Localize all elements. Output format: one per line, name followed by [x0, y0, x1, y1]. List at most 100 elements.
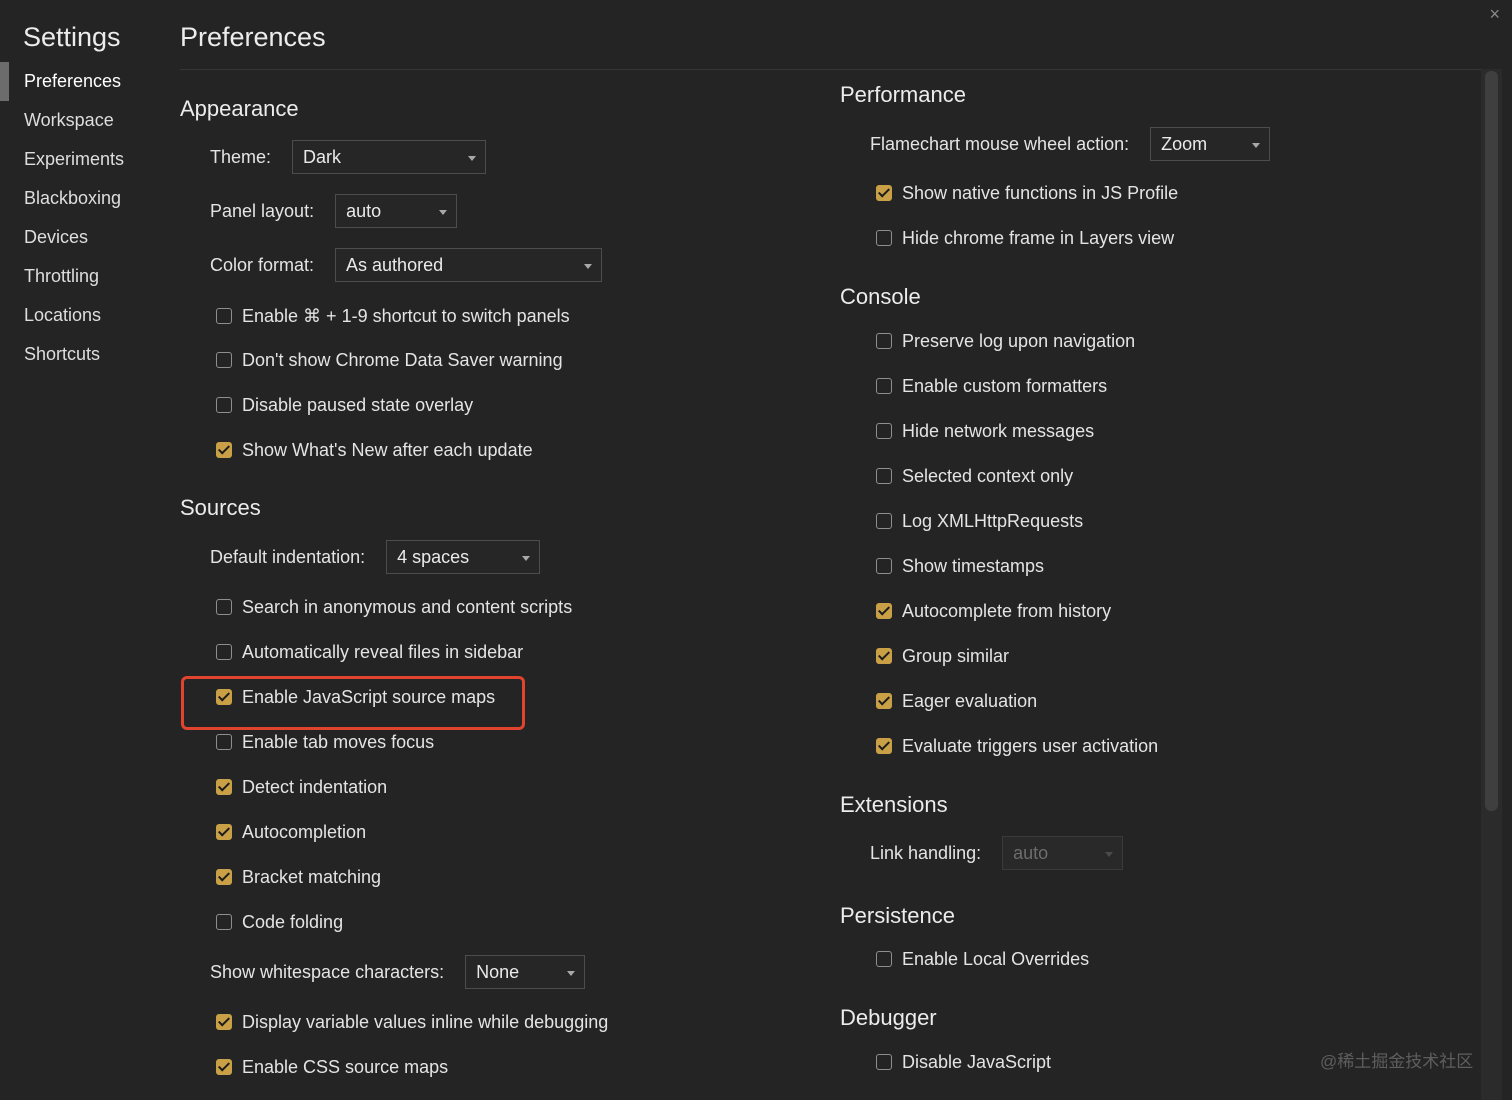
chrome-frame-checkbox[interactable]	[876, 230, 892, 246]
native-functions-checkbox[interactable]	[876, 185, 892, 201]
panel-shortcut-label: Enable ⌘ + 1-9 shortcut to switch panels	[242, 305, 570, 326]
inline-values-label: Display variable values inline while deb…	[242, 1011, 609, 1032]
flamechart-setting: Flamechart mouse wheel action: Zoom	[870, 126, 1271, 162]
color-format-select-value: As authored	[346, 254, 444, 275]
sidebar-item-shortcuts[interactable]: Shortcuts	[0, 335, 170, 374]
sidebar-item-preferences[interactable]: Preferences	[0, 62, 170, 101]
chevron-down-icon	[567, 971, 576, 976]
preserve-log-checkbox[interactable]	[876, 333, 892, 349]
tab-moves-focus-checkbox[interactable]	[216, 734, 232, 750]
group-similar-checkbox[interactable]	[876, 648, 892, 664]
inline-values-checkbox[interactable]	[216, 1014, 232, 1030]
panel-shortcut-checkbox[interactable]	[216, 308, 232, 324]
sidebar-item-blackboxing[interactable]: Blackboxing	[0, 179, 170, 218]
custom-formatters-label: Enable custom formatters	[902, 375, 1108, 396]
color-format-select[interactable]: As authored	[335, 248, 603, 282]
close-icon[interactable]: ×	[1489, 4, 1500, 24]
section-title-extensions: Extensions	[840, 792, 948, 817]
paused-overlay-option[interactable]: Disable paused state overlay	[216, 392, 473, 418]
inline-values-option[interactable]: Display variable values inline while deb…	[216, 1009, 608, 1035]
highlight-annotation	[181, 676, 525, 730]
theme-select[interactable]: Dark	[292, 140, 487, 174]
whats-new-checkbox[interactable]	[216, 442, 232, 458]
paused-overlay-checkbox[interactable]	[216, 397, 232, 413]
preserve-log-option[interactable]: Preserve log upon navigation	[876, 328, 1135, 354]
whitespace-label: Show whitespace characters:	[210, 961, 445, 982]
sidebar-item-devices[interactable]: Devices	[0, 218, 170, 257]
eager-evaluation-checkbox[interactable]	[876, 693, 892, 709]
local-overrides-option[interactable]: Enable Local Overrides	[876, 946, 1089, 972]
timestamps-option[interactable]: Show timestamps	[876, 553, 1044, 579]
selected-context-checkbox[interactable]	[876, 468, 892, 484]
detect-indentation-checkbox[interactable]	[216, 779, 232, 795]
bracket-matching-option[interactable]: Bracket matching	[216, 864, 381, 890]
panel-shortcut-option[interactable]: Enable ⌘ + 1-9 shortcut to switch panels	[216, 303, 570, 329]
disable-javascript-checkbox[interactable]	[876, 1054, 892, 1070]
native-functions-option[interactable]: Show native functions in JS Profile	[876, 180, 1178, 206]
disable-javascript-option[interactable]: Disable JavaScript	[876, 1049, 1051, 1075]
panel-layout-select[interactable]: auto	[335, 194, 458, 228]
link-handling-select: auto	[1002, 836, 1124, 870]
user-activation-option[interactable]: Evaluate triggers user activation	[876, 733, 1158, 759]
group-similar-label: Group similar	[902, 645, 1010, 666]
theme-label: Theme:	[210, 146, 272, 167]
settings-sidebar: Settings Preferences Workspace Experimen…	[0, 0, 170, 1100]
custom-formatters-checkbox[interactable]	[876, 378, 892, 394]
sidebar-item-throttling[interactable]: Throttling	[0, 257, 170, 296]
panel-layout-setting: Panel layout: auto	[210, 193, 458, 229]
selected-context-option[interactable]: Selected context only	[876, 463, 1073, 489]
custom-formatters-option[interactable]: Enable custom formatters	[876, 373, 1107, 399]
eager-evaluation-option[interactable]: Eager evaluation	[876, 688, 1037, 714]
link-handling-label: Link handling:	[870, 842, 982, 863]
whats-new-option[interactable]: Show What's New after each update	[216, 437, 533, 463]
detect-indentation-label: Detect indentation	[242, 776, 388, 797]
scrollbar-thumb[interactable]	[1485, 71, 1498, 811]
data-saver-warning-checkbox[interactable]	[216, 352, 232, 368]
user-activation-checkbox[interactable]	[876, 738, 892, 754]
tab-moves-focus-option[interactable]: Enable tab moves focus	[216, 729, 434, 755]
bracket-matching-checkbox[interactable]	[216, 869, 232, 885]
default-indentation-select[interactable]: 4 spaces	[386, 540, 541, 574]
autocomplete-history-checkbox[interactable]	[876, 603, 892, 619]
css-source-maps-checkbox[interactable]	[216, 1059, 232, 1075]
local-overrides-label: Enable Local Overrides	[902, 948, 1090, 969]
timestamps-checkbox[interactable]	[876, 558, 892, 574]
data-saver-warning-option[interactable]: Don't show Chrome Data Saver warning	[216, 347, 563, 373]
reveal-files-checkbox[interactable]	[216, 644, 232, 660]
group-similar-option[interactable]: Group similar	[876, 643, 1009, 669]
code-folding-option[interactable]: Code folding	[216, 909, 343, 935]
autocompletion-option[interactable]: Autocompletion	[216, 819, 366, 845]
sidebar-item-experiments[interactable]: Experiments	[0, 140, 170, 179]
anonymous-scripts-option[interactable]: Search in anonymous and content scripts	[216, 594, 572, 620]
page-title: Preferences	[180, 22, 326, 52]
log-xhr-label: Log XMLHttpRequests	[902, 510, 1084, 531]
native-functions-label: Show native functions in JS Profile	[902, 182, 1179, 203]
css-source-maps-option[interactable]: Enable CSS source maps	[216, 1054, 448, 1080]
detect-indentation-option[interactable]: Detect indentation	[216, 774, 387, 800]
local-overrides-checkbox[interactable]	[876, 951, 892, 967]
log-xhr-checkbox[interactable]	[876, 513, 892, 529]
autocompletion-checkbox[interactable]	[216, 824, 232, 840]
section-title-console: Console	[840, 284, 921, 309]
hide-network-option[interactable]: Hide network messages	[876, 418, 1094, 444]
code-folding-checkbox[interactable]	[216, 914, 232, 930]
sidebar-item-workspace[interactable]: Workspace	[0, 101, 170, 140]
autocomplete-history-option[interactable]: Autocomplete from history	[876, 598, 1111, 624]
eager-evaluation-label: Eager evaluation	[902, 690, 1038, 711]
log-xhr-option[interactable]: Log XMLHttpRequests	[876, 508, 1083, 534]
sidebar-item-locations[interactable]: Locations	[0, 296, 170, 335]
preserve-log-label: Preserve log upon navigation	[902, 330, 1136, 351]
color-format-setting: Color format: As authored	[210, 247, 603, 283]
bracket-matching-label: Bracket matching	[242, 866, 382, 887]
section-title-sources: Sources	[180, 495, 261, 520]
vertical-scrollbar[interactable]	[1481, 69, 1502, 1100]
panel-layout-label: Panel layout:	[210, 200, 315, 221]
reveal-files-option[interactable]: Automatically reveal files in sidebar	[216, 639, 523, 665]
hide-network-checkbox[interactable]	[876, 423, 892, 439]
anonymous-scripts-checkbox[interactable]	[216, 599, 232, 615]
chrome-frame-option[interactable]: Hide chrome frame in Layers view	[876, 225, 1174, 251]
settings-window: × Settings Preferences Workspace Experim…	[0, 0, 1512, 1100]
whitespace-select[interactable]: None	[465, 955, 586, 989]
hide-network-label: Hide network messages	[902, 420, 1095, 441]
flamechart-select[interactable]: Zoom	[1150, 127, 1271, 161]
